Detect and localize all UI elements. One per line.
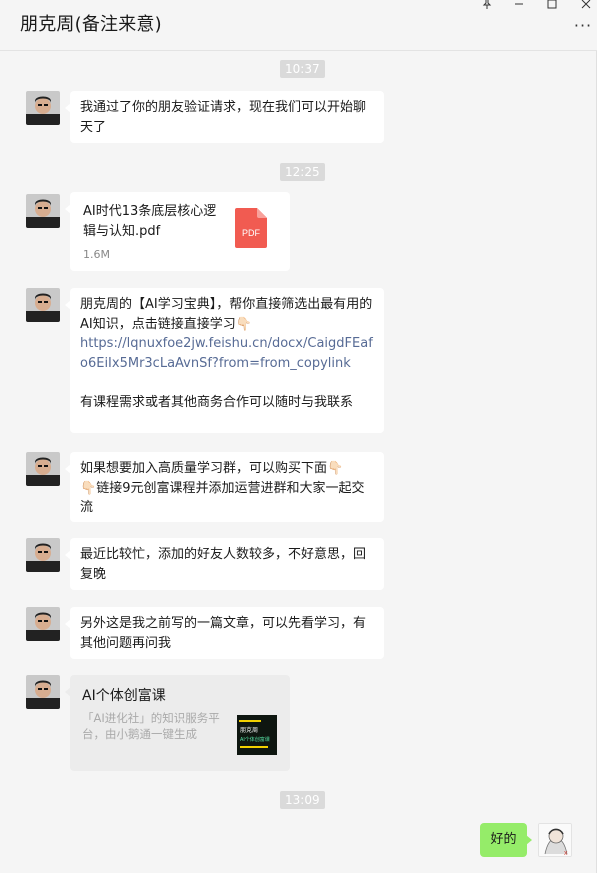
message-bubble[interactable]: 如果想要加入高质量学习群，可以购买下面👇🏻 👇🏻链接9元创富课程并添加运营进群和… [65, 452, 384, 522]
feishu-doc-link[interactable]: https://lqnuxfoe2jw.feishu.cn/docx/Caigd… [80, 336, 373, 371]
pointing-down-emoji: 👇🏻 [235, 316, 252, 332]
message-bubble[interactable]: 最近比较忙，添加的好友人数较多，不好意思，回复晚 [65, 538, 384, 590]
message-text: 如果想要加入高质量学习群，可以购买下面 [80, 461, 328, 476]
message-bubble[interactable]: 我通过了你的朋友验证请求，现在我们可以开始聊天了 [65, 91, 384, 143]
contact-avatar[interactable] [26, 675, 60, 709]
thumbnail-name: 朋克周 [240, 726, 258, 734]
message-text: 朋克周的【AI学习宝典】，帮你直接筛选出最有用的AI知识，点击链接直接学习 [80, 297, 373, 332]
pin-icon[interactable] [479, 0, 495, 12]
timestamp: 13:09 [280, 791, 325, 809]
course-link-card[interactable]: AI个体创富课 「AI进化社」的知识服务平台，由小鹅通一键生成 朋克周 AI个体… [65, 675, 290, 771]
minimize-icon[interactable] [511, 0, 527, 12]
thumbnail-title: AI个体创富课 [240, 736, 270, 743]
my-message-bubble[interactable]: 好的 [480, 823, 532, 857]
contact-avatar[interactable] [26, 538, 60, 572]
timestamp: 10:37 [280, 60, 325, 78]
message-list[interactable]: 10:37 我通过了你的朋友验证请求，现在我们可以开始聊天了 12:25 AI时 [0, 51, 597, 873]
timestamp: 12:25 [280, 163, 325, 181]
message-text: 有课程需求或者其他商务合作可以随时与我联系 [80, 394, 354, 410]
contact-avatar[interactable] [26, 194, 60, 228]
contact-avatar[interactable] [26, 452, 60, 486]
file-name: AI时代13条底层核心逻辑与认知.pdf [83, 204, 217, 239]
pdf-file-card[interactable]: AI时代13条底层核心逻辑与认知.pdf 1.6M PDF [65, 192, 290, 271]
card-description: 「AI进化社」的知识服务平台，由小鹅通一键生成 [82, 711, 220, 741]
contact-avatar[interactable] [26, 91, 60, 125]
chat-window: 朋克周(备注来意) ··· 10:37 我通过了你的朋友验证请求，现在我们可以开… [0, 0, 597, 873]
pointing-down-emoji: 👇🏻 [327, 461, 344, 476]
chat-titlebar: 朋克周(备注来意) ··· [0, 0, 597, 51]
pdf-file-icon: PDF [235, 208, 267, 248]
close-icon[interactable] [578, 0, 594, 12]
pointing-down-emoji: 👇🏻 [80, 480, 97, 496]
file-size: 1.6M [83, 248, 110, 261]
svg-text:x: x [564, 850, 568, 857]
chat-title: 朋克周(备注来意) [20, 14, 162, 35]
message-bubble[interactable]: 朋克周的【AI学习宝典】，帮你直接筛选出最有用的AI知识，点击链接直接学习👇🏻 … [65, 288, 384, 433]
maximize-icon[interactable] [544, 0, 560, 12]
my-avatar[interactable]: x [538, 823, 572, 857]
pdf-label: PDF [242, 228, 261, 238]
message-text: 链接9元创富课程并添加运营进群和大家一起交流 [80, 480, 365, 516]
card-thumbnail: 朋克周 AI个体创富课 [237, 715, 277, 755]
contact-avatar[interactable] [26, 607, 60, 641]
message-bubble[interactable]: 另外这是我之前写的一篇文章，可以先看学习，有其他问题再问我 [65, 607, 384, 659]
contact-avatar[interactable] [26, 288, 60, 322]
more-options-button[interactable]: ··· [573, 18, 593, 34]
card-title: AI个体创富课 [82, 688, 166, 704]
